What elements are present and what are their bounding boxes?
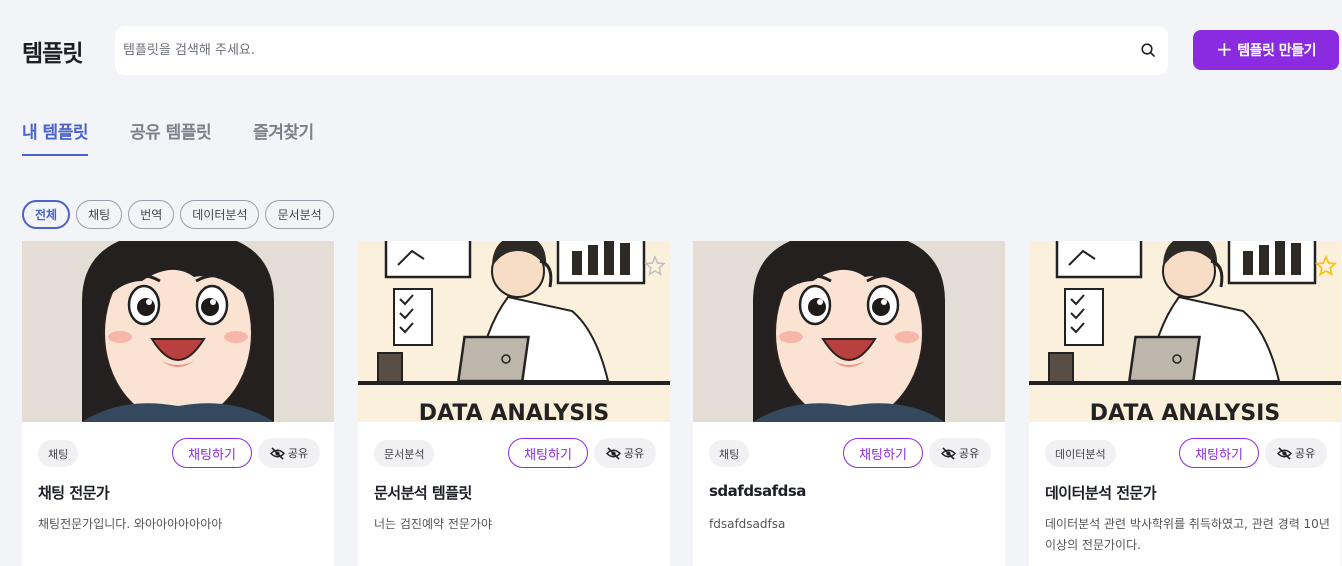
card-title: 채팅 전문가 (38, 484, 110, 502)
search-bar[interactable] (115, 26, 1168, 75)
card-description: 너는 검진예약 전문가야 (374, 517, 493, 531)
star-icon[interactable] (1315, 255, 1337, 277)
template-card[interactable]: DATA ANALYSIS 데이터분석 채팅하기 공유 데이터분석 전문가 데이… (1029, 241, 1341, 566)
search-input[interactable] (123, 26, 1123, 75)
card-thumbnail: DATA ANALYSIS (1029, 241, 1341, 422)
eye-off-icon (1276, 446, 1292, 460)
filter-chip-translation[interactable]: 번역 (128, 200, 175, 229)
plus-icon: + (1216, 37, 1233, 61)
share-label: 공유 (958, 447, 980, 460)
tab-my-templates[interactable]: 내 템플릿 (22, 118, 88, 156)
share-button[interactable]: 공유 (594, 438, 656, 468)
card-thumbnail: DATA ANALYSIS (358, 241, 670, 422)
filter-chip-document-analysis[interactable]: 문서분석 (265, 200, 334, 229)
category-filters: 전체 채팅 번역 데이터분석 문서분석 (22, 200, 334, 229)
card-title: 데이터분석 전문가 (1045, 484, 1157, 502)
card-description: fdsafdsadfsa (709, 517, 786, 531)
page-title: 템플릿 (22, 41, 83, 67)
card-description: 채팅전문가입니다. 와아아아아아아아 (38, 517, 223, 531)
filter-chip-all[interactable]: 전체 (22, 200, 71, 229)
start-chat-button[interactable]: 채팅하기 (1179, 438, 1259, 468)
data-analysis-illustration: DATA ANALYSIS (358, 241, 670, 422)
tab-favorites[interactable]: 즐겨찾기 (253, 118, 314, 156)
share-button[interactable]: 공유 (258, 438, 320, 468)
data-analysis-illustration: DATA ANALYSIS (1029, 241, 1341, 422)
eye-off-icon (269, 446, 285, 460)
share-label: 공유 (287, 447, 309, 460)
filter-chip-chat[interactable]: 채팅 (76, 200, 123, 229)
header: 템플릿 + 템플릿 만들기 (0, 0, 1342, 100)
start-chat-button[interactable]: 채팅하기 (172, 438, 252, 468)
create-template-label: 템플릿 만들기 (1237, 43, 1316, 59)
card-title: sdafdsafdsa (709, 482, 806, 500)
illustration-caption: DATA ANALYSIS (419, 401, 609, 422)
tab-shared-templates[interactable]: 공유 템플릿 (130, 118, 212, 156)
share-button[interactable]: 공유 (929, 438, 991, 468)
template-card[interactable]: 채팅 채팅하기 공유 sdafdsafdsa fdsafdsadfsa (693, 241, 1005, 566)
card-description: 데이터분석 관련 박사학위를 취득하였고, 관련 경력 10년 이상의 전문가이… (1045, 517, 1330, 552)
card-thumbnail (22, 241, 334, 422)
share-label: 공유 (623, 447, 645, 460)
girl-avatar-image (693, 241, 1005, 422)
card-category-badge: 채팅 (709, 440, 750, 467)
eye-off-icon (940, 446, 956, 460)
template-card[interactable]: DATA ANALYSIS 문서분석 채팅하기 공유 문서분석 템플릿 너는 검… (358, 241, 670, 566)
create-template-button[interactable]: + 템플릿 만들기 (1193, 30, 1339, 70)
card-thumbnail (693, 241, 1005, 422)
illustration-caption: DATA ANALYSIS (1090, 401, 1280, 422)
search-icon[interactable] (1140, 42, 1156, 58)
card-category-badge: 채팅 (38, 440, 79, 467)
template-card[interactable]: 채팅 채팅하기 공유 채팅 전문가 채팅전문가입니다. 와아아아아아아아 (22, 241, 334, 566)
eye-off-icon (605, 446, 621, 460)
share-button[interactable]: 공유 (1265, 438, 1327, 468)
start-chat-button[interactable]: 채팅하기 (508, 438, 588, 468)
card-title: 문서분석 템플릿 (374, 484, 472, 502)
star-icon[interactable] (644, 255, 666, 277)
share-label: 공유 (1294, 447, 1316, 460)
start-chat-button[interactable]: 채팅하기 (843, 438, 923, 468)
filter-chip-data-analysis[interactable]: 데이터분석 (180, 200, 260, 229)
girl-avatar-image (22, 241, 334, 422)
template-tabs: 내 템플릿 공유 템플릿 즐겨찾기 (22, 118, 314, 158)
card-category-badge: 문서분석 (374, 440, 435, 467)
card-category-badge: 데이터분석 (1045, 440, 1116, 467)
